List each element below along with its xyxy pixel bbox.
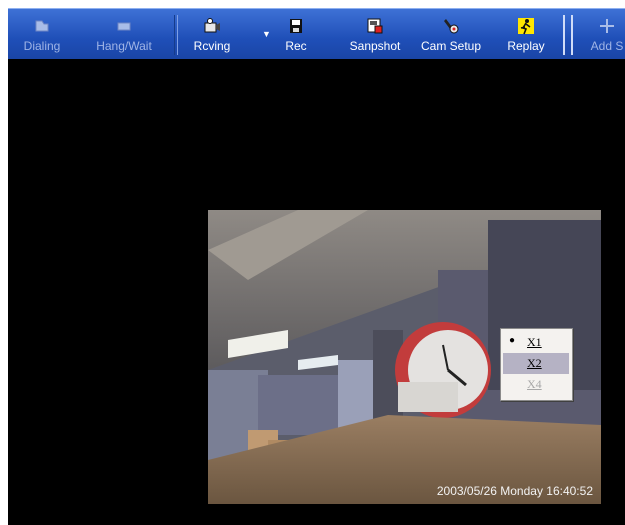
video-timestamp: 2003/05/26 Monday 16:40:52 [436,484,593,498]
toolbar-separator-double [563,15,573,55]
add-button[interactable]: Add S [582,9,625,59]
hang-wait-label: Hang/Wait [96,39,152,53]
cam-setup-button[interactable]: Cam Setup [416,9,486,59]
floppy-disk-icon [290,19,302,33]
running-man-icon [518,18,534,35]
receiving-dropdown-icon[interactable]: ▼ [262,29,271,39]
wrench-icon [444,19,459,34]
dialing-label: Dialing [23,39,61,53]
record-button[interactable]: Rec [276,9,316,59]
receiving-button[interactable]: Rcving [186,9,238,59]
record-label: Rec [285,39,307,53]
app-window: Dialing Hang/Wait Rcving ▼ Rec Sanpshot … [0,0,625,525]
zoom-x2-label: X2 [527,356,542,370]
replay-label: Replay [507,39,545,53]
cam-setup-label: Cam Setup [420,39,482,53]
zoom-x4-menu-item: X4 [503,374,569,395]
zoom-x2-menu-item[interactable]: X2 [503,353,569,374]
hang-wait-button[interactable]: Hang/Wait [84,9,164,59]
video-display-area[interactable]: 2003/05/26 Monday 16:40:52 [8,59,625,525]
zoom-x4-label: X4 [527,377,542,391]
phone-hang-icon [117,22,131,31]
zoom-context-menu: ● X1 X2 X4 [500,328,573,401]
radio-dot-icon: ● [509,335,516,346]
replay-button[interactable]: Replay [500,9,552,59]
toolbar-separator [174,15,178,55]
snapshot-icon [367,18,383,34]
add-icon [600,19,614,33]
snapshot-button[interactable]: Sanpshot [344,9,406,59]
dialing-icon [35,20,49,32]
dialing-button[interactable]: Dialing [10,9,74,59]
add-label: Add S [590,39,624,53]
toolbar: Dialing Hang/Wait Rcving ▼ Rec Sanpshot … [8,8,625,59]
zoom-x1-label: X1 [527,335,542,349]
zoom-x1-menu-item[interactable]: ● X1 [503,332,569,353]
camera-icon [204,18,220,33]
snapshot-label: Sanpshot [349,39,401,53]
receiving-label: Rcving [193,39,231,53]
window-edge [0,0,8,525]
